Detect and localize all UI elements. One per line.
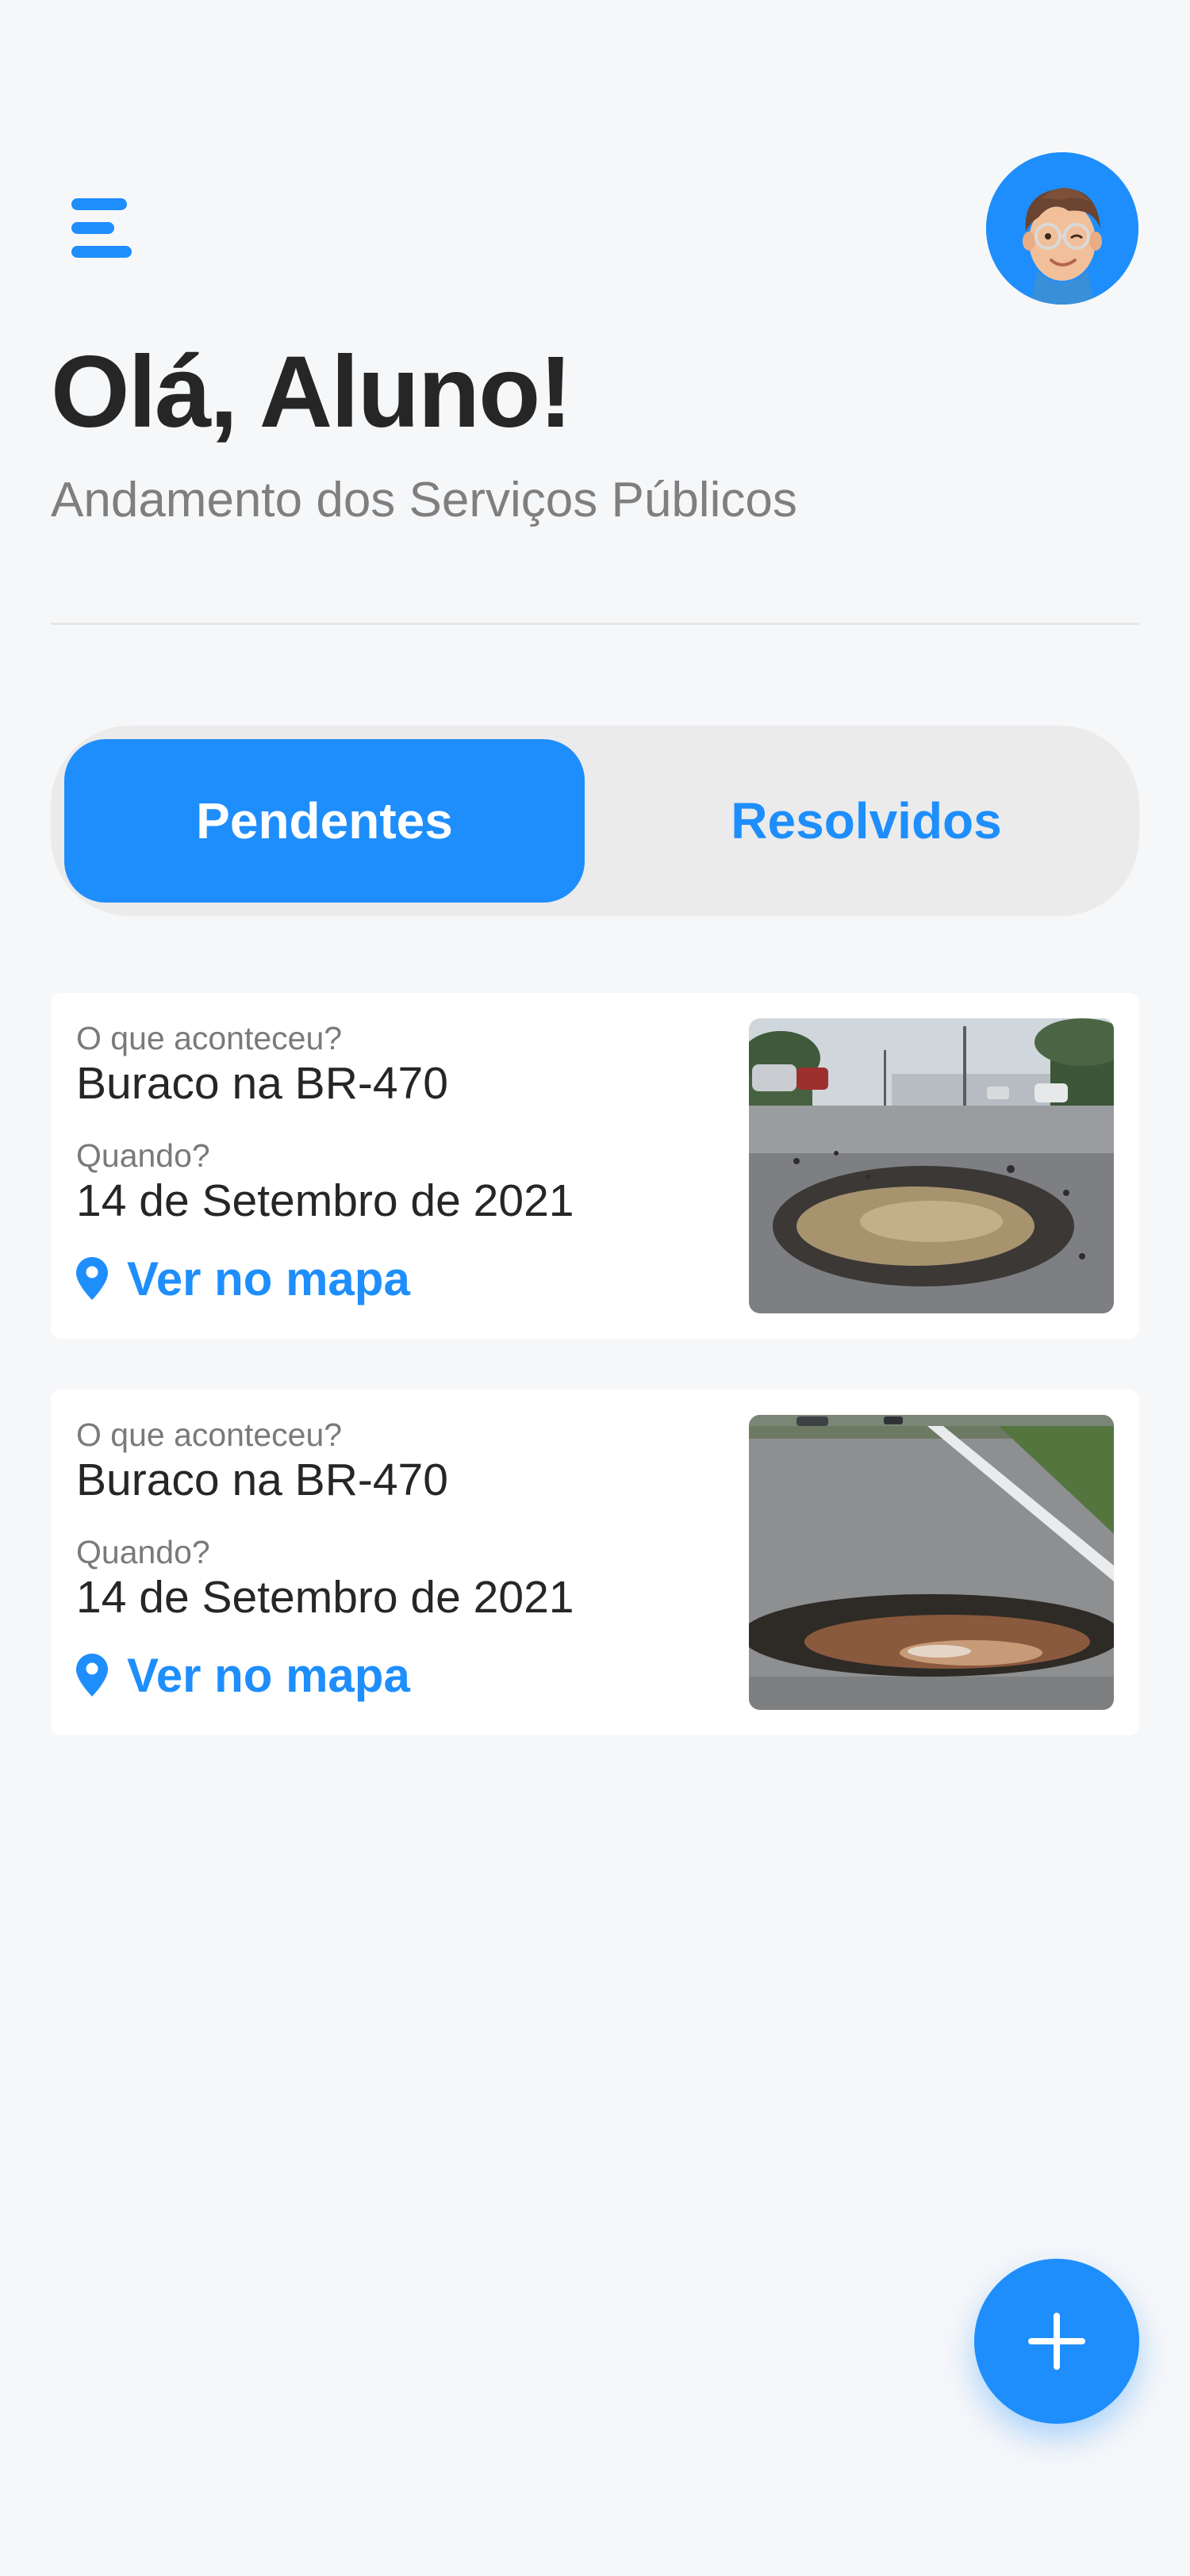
divider [51, 623, 1139, 625]
tab-resolvidos[interactable]: Resolvidos [606, 739, 1127, 903]
pothole-photo-image [749, 1018, 1114, 1313]
when-label: Quando? [76, 1534, 210, 1570]
pothole-photo[interactable] [749, 1018, 1114, 1313]
view-on-map-link[interactable]: Ver no mapa [76, 1643, 410, 1707]
what-label: O que aconteceu? [76, 1416, 343, 1453]
report-card[interactable]: O que aconteceu? Buraco na BR-470 Quando… [51, 1390, 1139, 1735]
pothole-photo[interactable] [749, 1415, 1114, 1710]
page-subtitle: Andamento dos Serviços Públicos [51, 473, 797, 527]
location-pin-icon [76, 1654, 108, 1696]
menu-button[interactable] [71, 197, 132, 259]
view-on-map-link[interactable]: Ver no mapa [76, 1247, 410, 1310]
when-label: Quando? [76, 1137, 210, 1174]
what-label: O que aconteceu? [76, 1020, 343, 1056]
hamburger-menu-icon [71, 198, 127, 210]
view-on-map-label: Ver no mapa [127, 1648, 410, 1702]
what-value: Buraco na BR-470 [76, 1058, 448, 1109]
tab-pendentes[interactable]: Pendentes [64, 739, 585, 903]
avatar[interactable] [986, 152, 1138, 305]
add-report-button[interactable] [974, 2259, 1139, 2424]
plus-icon [1028, 2313, 1085, 2370]
memoji-avatar-icon [986, 152, 1138, 305]
when-value: 14 de Setembro de 2021 [76, 1572, 574, 1623]
report-card[interactable]: O que aconteceu? Buraco na BR-470 Quando… [51, 993, 1139, 1339]
view-on-map-label: Ver no mapa [127, 1252, 410, 1305]
when-value: 14 de Setembro de 2021 [76, 1175, 574, 1226]
pothole-photo-image [749, 1415, 1114, 1710]
status-tabs: Pendentes Resolvidos [51, 726, 1139, 916]
what-value: Buraco na BR-470 [76, 1455, 448, 1505]
location-pin-icon [76, 1257, 108, 1300]
page-title: Olá, Aluno! [51, 335, 573, 449]
